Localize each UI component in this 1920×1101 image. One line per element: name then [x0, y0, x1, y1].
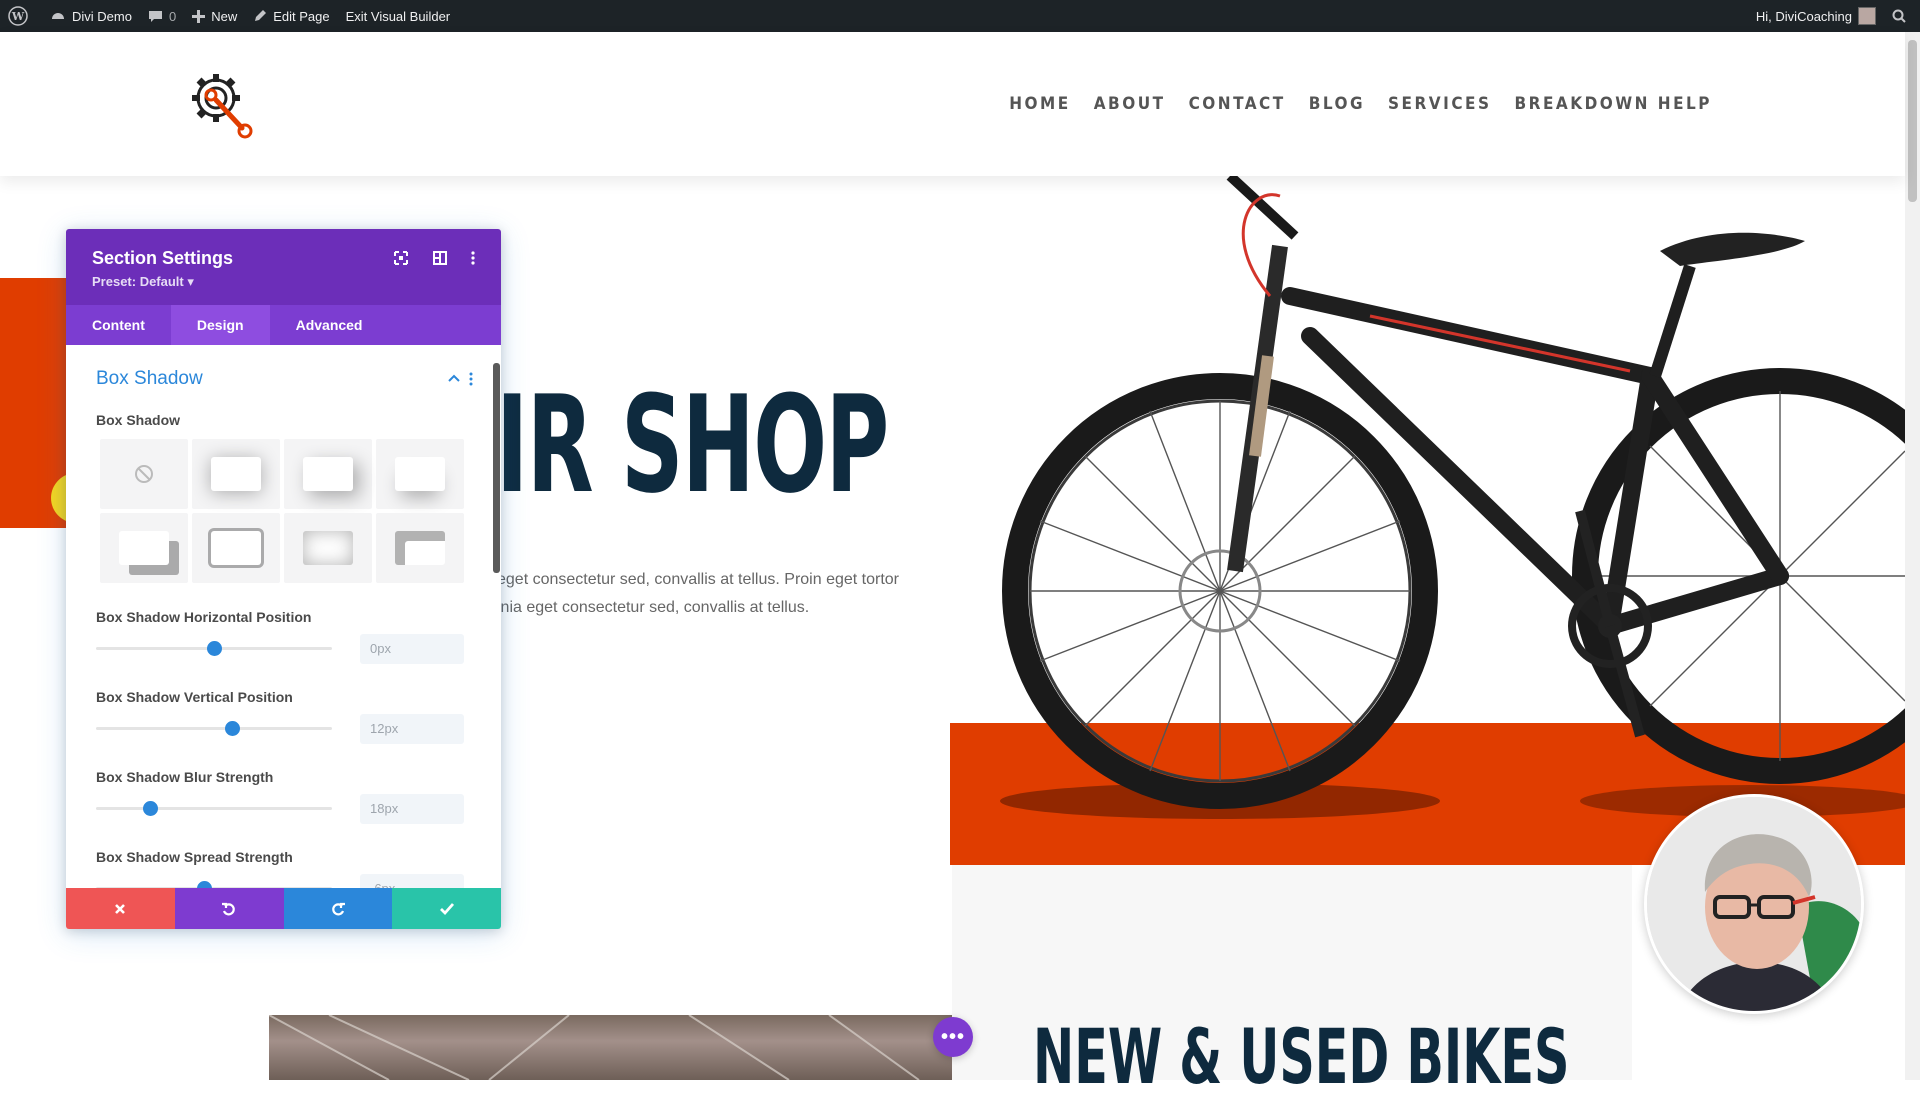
- plus-icon: [192, 9, 206, 23]
- horizontal-position-input[interactable]: 0px: [360, 634, 464, 664]
- horizontal-position-knob[interactable]: [206, 641, 222, 656]
- nav-home[interactable]: HOME: [1009, 94, 1070, 114]
- section-settings-modal: Section Settings Preset: Default ▾ Conte…: [66, 229, 501, 929]
- nav-blog[interactable]: BLOG: [1309, 94, 1365, 114]
- modal-tabs: Content Design Advanced: [66, 305, 501, 345]
- shadow-preset-1[interactable]: [192, 439, 280, 509]
- blur-strength-control: 18px: [96, 794, 476, 824]
- spread-strength-control: -6px: [96, 874, 476, 888]
- page-scrollbar[interactable]: [1905, 32, 1920, 1080]
- new-label: New: [211, 8, 238, 24]
- hero-text-line: inia eget consectetur sed, convallis at …: [497, 599, 810, 616]
- nav-about[interactable]: ABOUT: [1094, 94, 1166, 114]
- modal-title: Section Settings: [92, 248, 234, 268]
- split-view-icon[interactable]: [431, 249, 449, 267]
- vertical-position-knob[interactable]: [225, 721, 241, 736]
- wordpress-logo-icon[interactable]: W: [0, 0, 42, 32]
- more-options-icon[interactable]: [464, 249, 482, 267]
- group-options-icon[interactable]: [468, 372, 474, 386]
- builder-settings-button[interactable]: •••: [933, 1017, 973, 1057]
- presenter-webcam: [1644, 794, 1864, 1014]
- undo-icon: [222, 902, 235, 915]
- dashboard-icon: [52, 13, 64, 19]
- undo-button[interactable]: [174, 888, 284, 929]
- vertical-position-label: Box Shadow Vertical Position: [96, 689, 293, 705]
- comments-count: 0: [168, 8, 177, 24]
- vertical-position-control: 12px: [96, 714, 476, 744]
- blur-strength-knob[interactable]: [142, 801, 158, 816]
- page-scrollbar-thumb[interactable]: [1908, 40, 1917, 202]
- hero-title: IR SHOP: [496, 367, 889, 523]
- search-icon: [1892, 9, 1906, 23]
- hero-text-line: eget consectetur sed, convallis at tellu…: [497, 571, 899, 588]
- preset-dropdown[interactable]: Preset: Default ▾: [92, 274, 194, 290]
- modal-body: Box Shadow Box Shadow Box Shadow Horizon…: [66, 345, 501, 888]
- svg-text:W: W: [11, 10, 25, 23]
- spread-strength-input[interactable]: -6px: [360, 874, 464, 888]
- fullscreen-icon[interactable]: [392, 249, 410, 267]
- horizontal-position-control: 0px: [96, 634, 476, 664]
- edit-page-label: Edit Page: [273, 8, 330, 24]
- box-shadow-presets: [100, 439, 470, 583]
- comment-icon: [148, 10, 162, 22]
- close-icon: [115, 903, 126, 914]
- box-shadow-label: Box Shadow: [96, 412, 181, 428]
- chevron-up-icon[interactable]: [447, 373, 461, 383]
- blur-strength-input[interactable]: 18px: [360, 794, 464, 824]
- checkmark-icon: [439, 902, 454, 915]
- blur-strength-slider[interactable]: [96, 807, 332, 810]
- wp-admin-bar: W Divi Demo 0 New Edit Page Exit Visual …: [0, 0, 1920, 32]
- vertical-position-input[interactable]: 12px: [360, 714, 464, 744]
- site-header: HOME ABOUT CONTACT BLOG SERVICES BREAKDO…: [0, 32, 1905, 176]
- horizontal-position-label: Box Shadow Horizontal Position: [96, 609, 312, 625]
- tab-design[interactable]: Design: [170, 305, 270, 345]
- admin-search-button[interactable]: [1884, 0, 1920, 32]
- no-shadow-icon: [135, 465, 153, 483]
- redo-icon: [332, 902, 345, 915]
- shadow-preset-6[interactable]: [284, 513, 372, 583]
- site-name-link[interactable]: Divi Demo: [42, 0, 140, 32]
- shadow-preset-7[interactable]: [376, 513, 464, 583]
- pencil-icon: [255, 10, 267, 21]
- edit-page-link[interactable]: Edit Page: [245, 0, 337, 32]
- wheel-photo-spokes: [269, 1015, 920, 1080]
- preset-label: Preset: Default: [92, 274, 184, 289]
- user-account-menu[interactable]: Hi, DiviCoaching: [1748, 0, 1884, 32]
- site-name-label: Divi Demo: [72, 8, 132, 24]
- nav-breakdown-help[interactable]: BREAKDOWN HELP: [1515, 94, 1712, 114]
- blur-strength-label: Box Shadow Blur Strength: [96, 769, 274, 785]
- user-greeting: Hi, DiviCoaching: [1755, 8, 1852, 24]
- wheel-photo: [269, 1015, 952, 1080]
- nav-services[interactable]: SERVICES: [1388, 94, 1491, 114]
- tab-content[interactable]: Content: [66, 305, 171, 345]
- mountain-bike-image: [1000, 176, 1905, 819]
- modal-scrollbar[interactable]: [493, 363, 500, 573]
- main-navigation: HOME ABOUT CONTACT BLOG SERVICES BREAKDO…: [1009, 94, 1712, 114]
- exit-visual-builder-link[interactable]: Exit Visual Builder: [338, 0, 459, 32]
- comments-link[interactable]: 0: [140, 0, 184, 32]
- discard-button[interactable]: [66, 888, 175, 929]
- modal-footer: [66, 888, 501, 929]
- shadow-preset-3[interactable]: [376, 439, 464, 509]
- box-shadow-group-title[interactable]: Box Shadow: [96, 368, 203, 390]
- shadow-preset-5[interactable]: [192, 513, 280, 583]
- nav-contact[interactable]: CONTACT: [1189, 94, 1286, 114]
- modal-header: Section Settings Preset: Default ▾: [66, 229, 501, 305]
- save-button[interactable]: [392, 888, 501, 929]
- spread-strength-knob[interactable]: [197, 881, 213, 888]
- exit-visual-builder-label: Exit Visual Builder: [345, 8, 451, 24]
- new-content-link[interactable]: New: [184, 0, 245, 32]
- vertical-position-slider[interactable]: [96, 727, 332, 730]
- spread-strength-label: Box Shadow Spread Strength: [96, 849, 293, 865]
- tab-advanced[interactable]: Advanced: [270, 305, 389, 345]
- shadow-preset-4[interactable]: [100, 513, 188, 583]
- avatar: [1858, 7, 1876, 25]
- presenter-portrait: [1647, 797, 1861, 1011]
- gear-wrench-logo-icon[interactable]: [186, 68, 258, 140]
- new-used-bikes-heading: NEW & USED BIKES: [1033, 1012, 1570, 1101]
- redo-button[interactable]: [283, 888, 393, 929]
- shadow-preset-2[interactable]: [284, 439, 372, 509]
- shadow-preset-none[interactable]: [100, 439, 188, 509]
